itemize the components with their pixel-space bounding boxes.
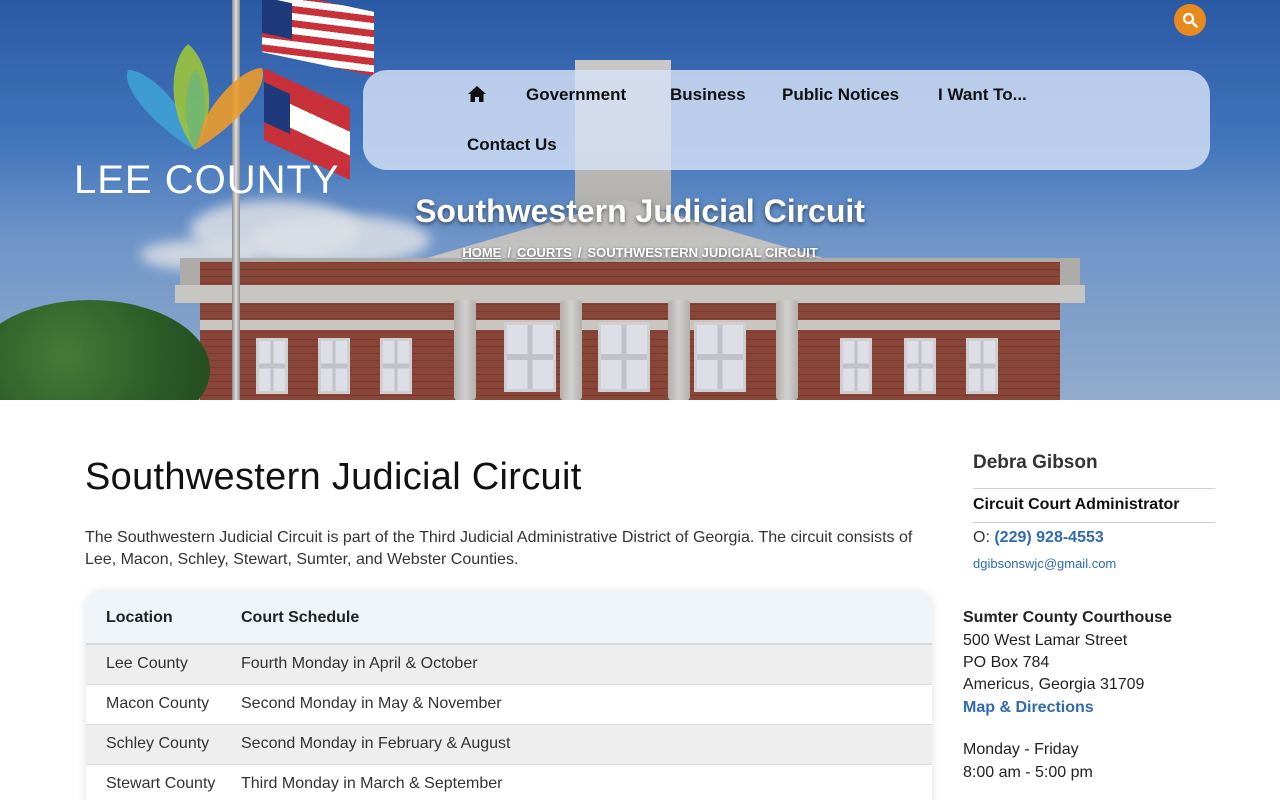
map-directions-link[interactable]: Map & Directions bbox=[963, 699, 1094, 716]
leaf-logo-icon bbox=[126, 44, 264, 150]
main-navigation: Government Business Public Notices I Wan… bbox=[363, 70, 1210, 170]
hours-time: 8:00 am - 5:00 pm bbox=[963, 764, 1093, 781]
table-row: Macon County Second Monday in May & Nove… bbox=[86, 684, 932, 725]
search-button[interactable] bbox=[1174, 4, 1206, 36]
hero-title: Southwestern Judicial Circuit bbox=[415, 193, 865, 229]
court-schedule-table: Location Court Schedule Lee County Fourt… bbox=[86, 592, 932, 800]
table-cell-schedule: Third Monday in March & September bbox=[241, 764, 932, 800]
hours-days: Monday - Friday bbox=[963, 741, 1079, 758]
column-header-court-schedule: Court Schedule bbox=[241, 592, 932, 645]
table-header-row: Location Court Schedule bbox=[86, 592, 932, 645]
table-cell-location: Schley County bbox=[86, 724, 241, 765]
address-po-box: PO Box 784 bbox=[963, 654, 1050, 671]
nav-item-contact-us[interactable]: Contact Us bbox=[467, 135, 557, 155]
nav-item-public-notices[interactable]: Public Notices bbox=[782, 85, 899, 105]
email-link[interactable]: dgibsonswjc@gmail.com bbox=[973, 556, 1116, 571]
table-cell-location: Macon County bbox=[86, 684, 241, 725]
table-cell-schedule: Second Monday in May & November bbox=[241, 684, 932, 725]
address-street: 500 West Lamar Street bbox=[963, 632, 1128, 649]
home-icon[interactable] bbox=[467, 84, 487, 108]
nav-item-government[interactable]: Government bbox=[526, 85, 626, 105]
contact-phone-line: O: (229) 928-4553 bbox=[973, 529, 1104, 547]
breadcrumb-separator: / bbox=[507, 245, 511, 260]
divider bbox=[973, 522, 1215, 523]
site-logo[interactable]: LEE COUNTY bbox=[70, 40, 339, 205]
contact-role: Circuit Court Administrator bbox=[973, 496, 1180, 513]
table-cell-schedule: Fourth Monday in April & October bbox=[241, 644, 932, 685]
table-cell-location: Stewart County bbox=[86, 764, 241, 800]
page-title: Southwestern Judicial Circuit bbox=[85, 456, 582, 498]
address-city: Americus, Georgia 31709 bbox=[963, 676, 1145, 693]
breadcrumb-home[interactable]: HOME bbox=[462, 245, 501, 260]
column-header-location: Location bbox=[86, 592, 241, 645]
divider bbox=[973, 488, 1215, 489]
intro-paragraph: The Southwestern Judicial Circuit is par… bbox=[85, 529, 913, 568]
phone-link[interactable]: (229) 928-4553 bbox=[994, 529, 1103, 546]
breadcrumb-courts[interactable]: COURTS bbox=[517, 245, 572, 260]
breadcrumb: HOME / COURTS / SOUTHWESTERN JUDICIAL CIRCUI… bbox=[0, 245, 1280, 260]
breadcrumb-current: SOUTHWESTERN JUDICIAL CIRCUIT bbox=[587, 245, 818, 260]
address-name: Sumter County Courthouse bbox=[963, 609, 1172, 626]
nav-item-i-want-to[interactable]: I Want To... bbox=[938, 85, 1027, 105]
contact-name: Debra Gibson bbox=[973, 452, 1098, 473]
search-icon bbox=[1182, 12, 1198, 28]
table-cell-schedule: Second Monday in February & August bbox=[241, 724, 932, 765]
table-cell-location: Lee County bbox=[86, 644, 241, 685]
nav-item-business[interactable]: Business bbox=[670, 85, 746, 105]
phone-prefix: O: bbox=[973, 529, 990, 546]
map-link-wrap: Map & Directions bbox=[963, 699, 1094, 717]
table-row: Lee County Fourth Monday in April & Octo… bbox=[86, 644, 932, 685]
table-row: Stewart County Third Monday in March & S… bbox=[86, 764, 932, 800]
table-row: Schley County Second Monday in February … bbox=[86, 724, 932, 765]
breadcrumb-separator: / bbox=[577, 245, 582, 260]
